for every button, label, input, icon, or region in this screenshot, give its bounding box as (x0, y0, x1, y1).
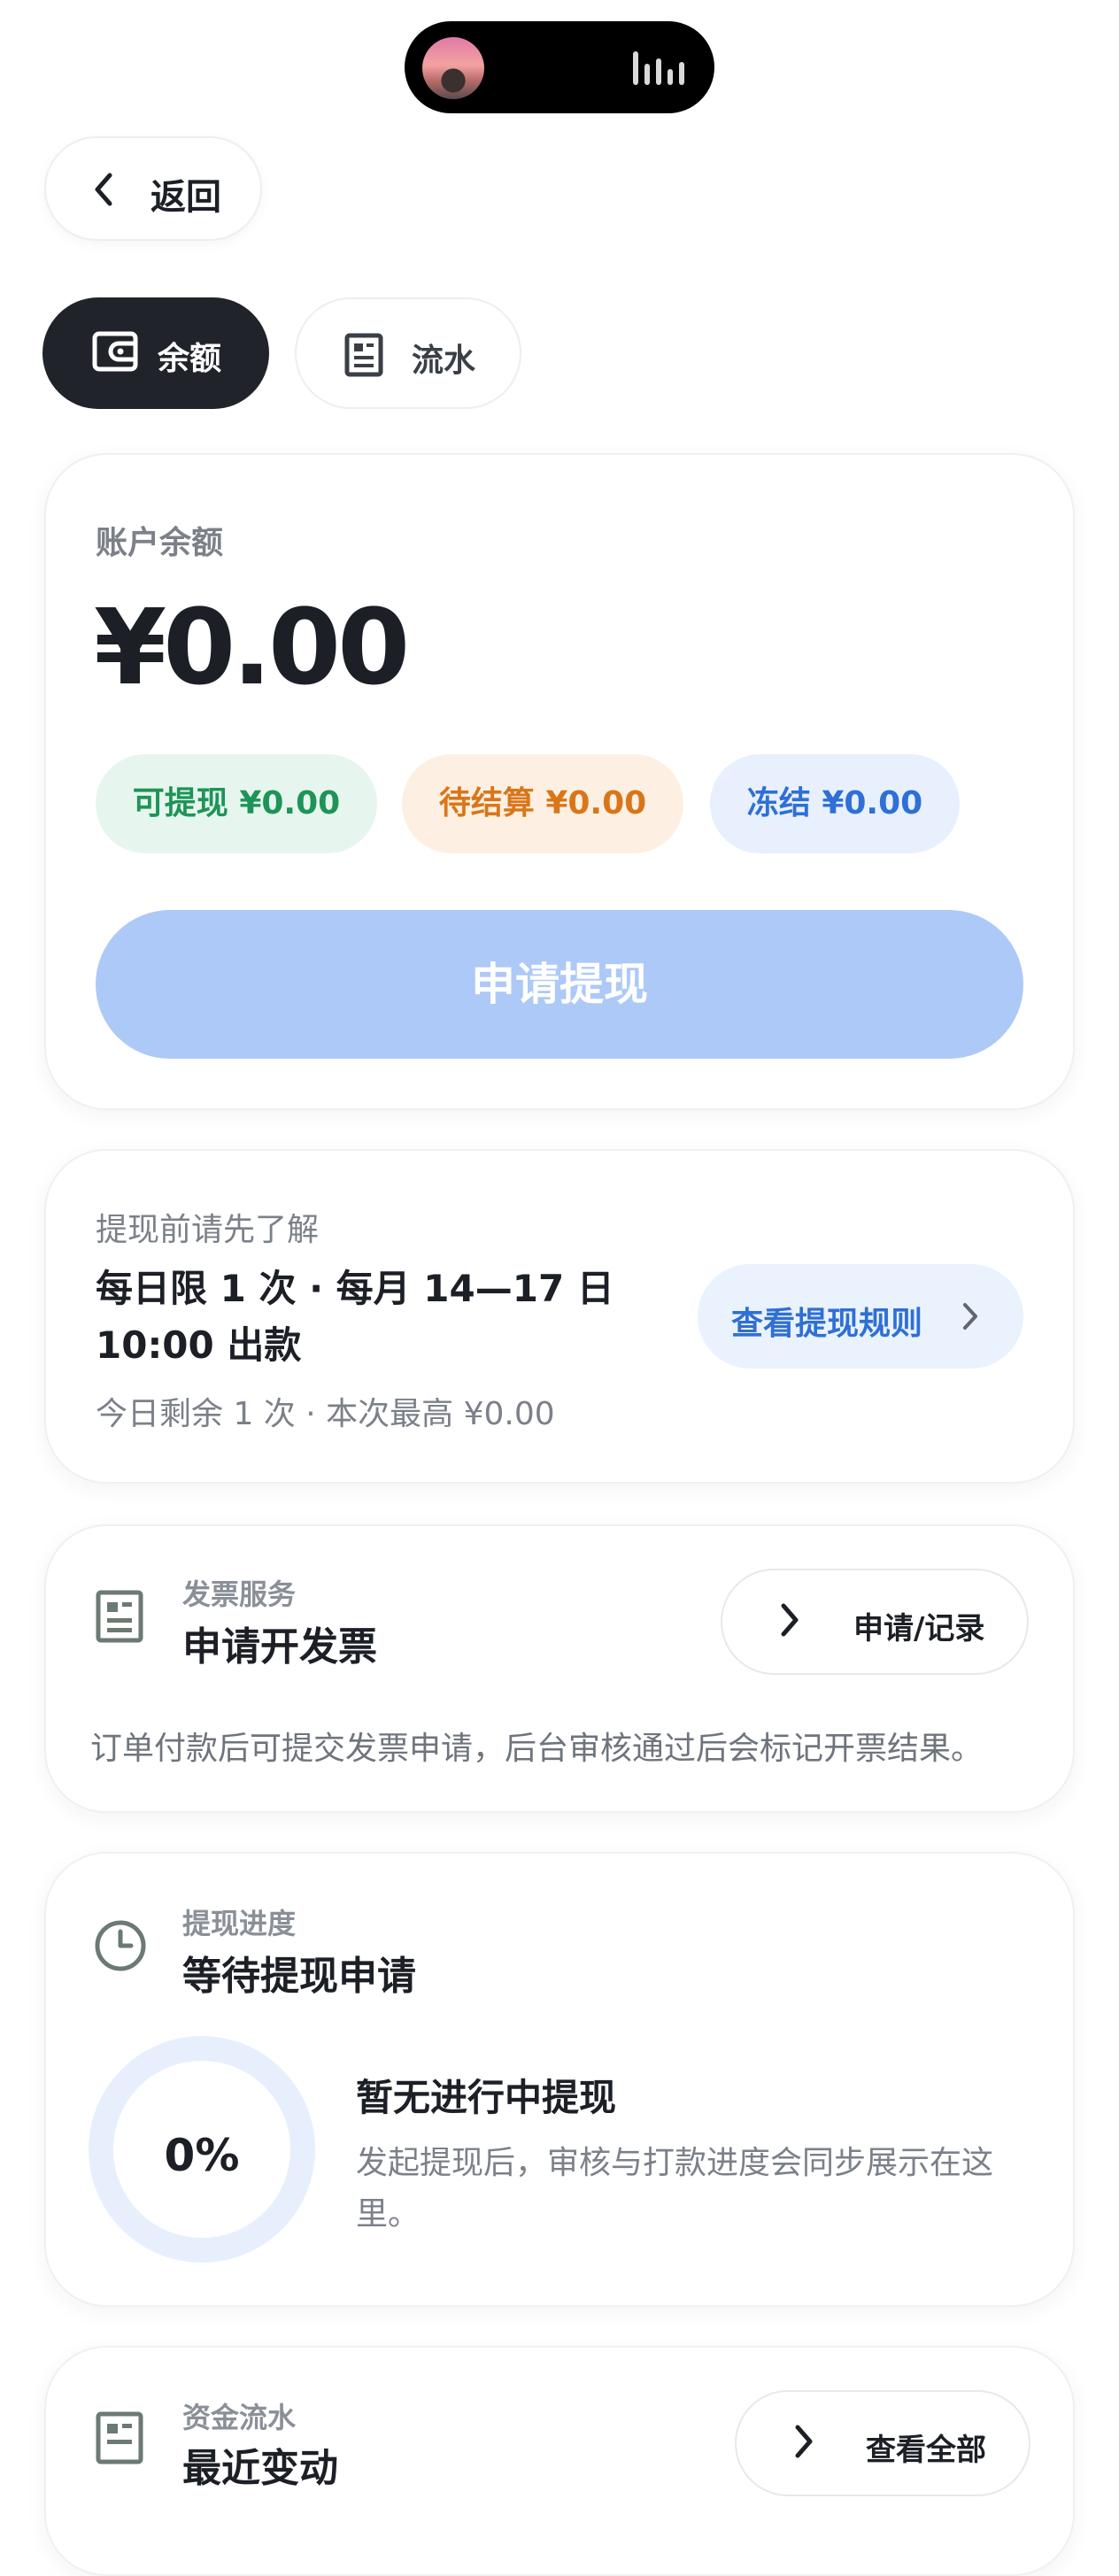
dynamic-island (405, 21, 714, 113)
rules-pre-label: 提现前请先了解 (96, 1212, 320, 1248)
invoice-apply-button[interactable]: 申请/记录 (721, 1569, 1029, 1675)
audio-wave-icon (633, 51, 684, 85)
invoice-title: 申请开发票 (182, 1624, 377, 1670)
invoice-subtitle: 发票服务 (182, 1577, 297, 1611)
progress-title: 等待提现申请 (182, 1954, 416, 1999)
available-pill: 可提现 ¥0.00 (96, 754, 377, 853)
back-button[interactable]: 返回 (44, 136, 262, 241)
progress-percent: 0% (164, 2130, 240, 2181)
invoice-button-label: 申请/记录 (853, 1611, 985, 1647)
chevron-right-icon (795, 2425, 813, 2458)
invoice-icon (96, 1590, 143, 1643)
account-balance-label: 账户余额 (96, 525, 224, 561)
progress-status-title: 暂无进行中提现 (356, 2076, 617, 2119)
rules-line-2: 10:00 出款 (96, 1323, 302, 1367)
view-rules-label: 查看提现规则 (731, 1306, 923, 1342)
chevron-left-icon (95, 173, 112, 206)
flow-title: 最近变动 (182, 2446, 338, 2491)
tab-balance[interactable]: 余额 (42, 297, 269, 409)
view-all-button[interactable]: 查看全部 (735, 2390, 1030, 2496)
document-icon (96, 2411, 143, 2464)
progress-status-desc-2: 里。 (356, 2196, 421, 2233)
chevron-right-icon (781, 1603, 799, 1637)
now-playing-thumbnail (422, 37, 484, 99)
frozen-pill: 冻结 ¥0.00 (710, 754, 960, 853)
invoice-description: 订单付款后可提交发票申请，后台审核通过后会标记开票结果。 (90, 1731, 984, 1767)
wallet-icon (92, 331, 138, 372)
tab-balance-label: 余额 (158, 341, 222, 377)
apply-withdraw-button[interactable]: 申请提现 (96, 910, 1023, 1059)
progress-subtitle: 提现进度 (182, 1907, 297, 1940)
rules-line-1: 每日限 1 次 · 每月 14—17 日 (96, 1267, 614, 1310)
view-all-label: 查看全部 (866, 2433, 986, 2468)
progress-status-desc-1: 发起提现后，审核与打款进度会同步展示在这 (356, 2145, 994, 2181)
tab-flow[interactable]: 流水 (295, 297, 521, 409)
progress-ring: 0% (89, 2036, 315, 2263)
chevron-right-icon (963, 1303, 977, 1330)
document-icon (344, 333, 383, 377)
tab-flow-label: 流水 (412, 343, 476, 379)
pending-pill: 待结算 ¥0.00 (402, 754, 683, 853)
back-label: 返回 (150, 177, 221, 218)
balance-amount: ¥0.00 (94, 586, 410, 708)
clock-icon (95, 1920, 146, 1971)
remaining-quota: 今日剩余 1 次 · 本次最高 ¥0.00 (96, 1396, 555, 1432)
view-rules-button[interactable]: 查看提现规则 (698, 1264, 1023, 1369)
flow-subtitle: 资金流水 (182, 2401, 297, 2434)
